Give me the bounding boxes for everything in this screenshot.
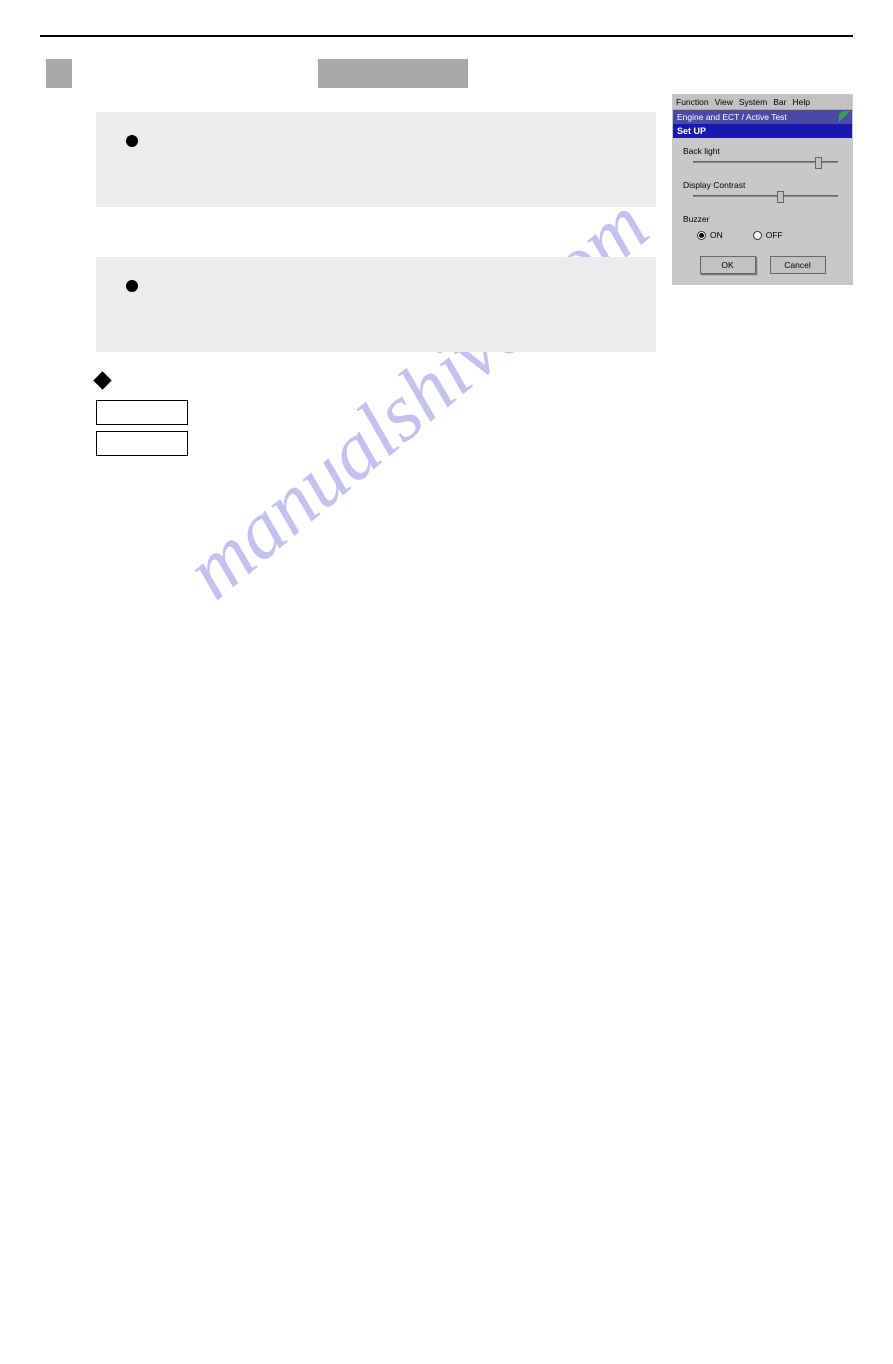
backlight-thumb xyxy=(815,157,822,169)
cancel-button[interactable]: Cancel xyxy=(770,256,826,274)
section-header xyxy=(46,59,853,88)
backlight-slider[interactable] xyxy=(693,158,838,166)
outlined-button-1[interactable] xyxy=(96,400,188,425)
menu-function[interactable]: Function xyxy=(676,97,709,107)
menu-system[interactable]: System xyxy=(739,97,767,107)
contrast-thumb xyxy=(777,191,784,203)
leaf-icon xyxy=(839,111,850,122)
ok-button[interactable]: OK xyxy=(700,256,756,274)
outlined-buttons xyxy=(96,400,853,456)
section-marker-box xyxy=(46,59,72,88)
radio-icon xyxy=(753,231,762,240)
menubar: Function View System Bar Help xyxy=(673,95,852,110)
buzzer-on-radio[interactable]: ON xyxy=(697,230,723,240)
breadcrumb: Engine and ECT / Active Test xyxy=(673,110,852,124)
menu-bar[interactable]: Bar xyxy=(773,97,786,107)
setup-dialog-screenshot: Function View System Bar Help Engine and… xyxy=(672,94,853,285)
contrast-slider[interactable] xyxy=(693,192,838,200)
note-panel-1 xyxy=(96,112,656,207)
backlight-label: Back light xyxy=(683,146,842,156)
bullet-icon xyxy=(126,135,138,147)
buzzer-off-radio[interactable]: OFF xyxy=(753,230,783,240)
section-label-box xyxy=(318,59,468,88)
outlined-button-2[interactable] xyxy=(96,431,188,456)
radio-icon xyxy=(697,231,706,240)
diamond-icon xyxy=(93,372,111,390)
dialog-title: Set UP xyxy=(673,124,852,138)
buzzer-radio-group: ON OFF xyxy=(697,230,842,240)
contrast-label: Display Contrast xyxy=(683,180,842,190)
dialog-buttons: OK Cancel xyxy=(683,256,842,274)
note-panel-2 xyxy=(96,257,656,352)
dialog-body: Back light Display Contrast Buzzer ON OF… xyxy=(673,138,852,284)
buttons-heading-row xyxy=(96,372,853,390)
bullet-icon xyxy=(126,280,138,292)
horizontal-rule xyxy=(40,35,853,37)
menu-help[interactable]: Help xyxy=(792,97,809,107)
menu-view[interactable]: View xyxy=(715,97,733,107)
buzzer-label: Buzzer xyxy=(683,214,842,224)
